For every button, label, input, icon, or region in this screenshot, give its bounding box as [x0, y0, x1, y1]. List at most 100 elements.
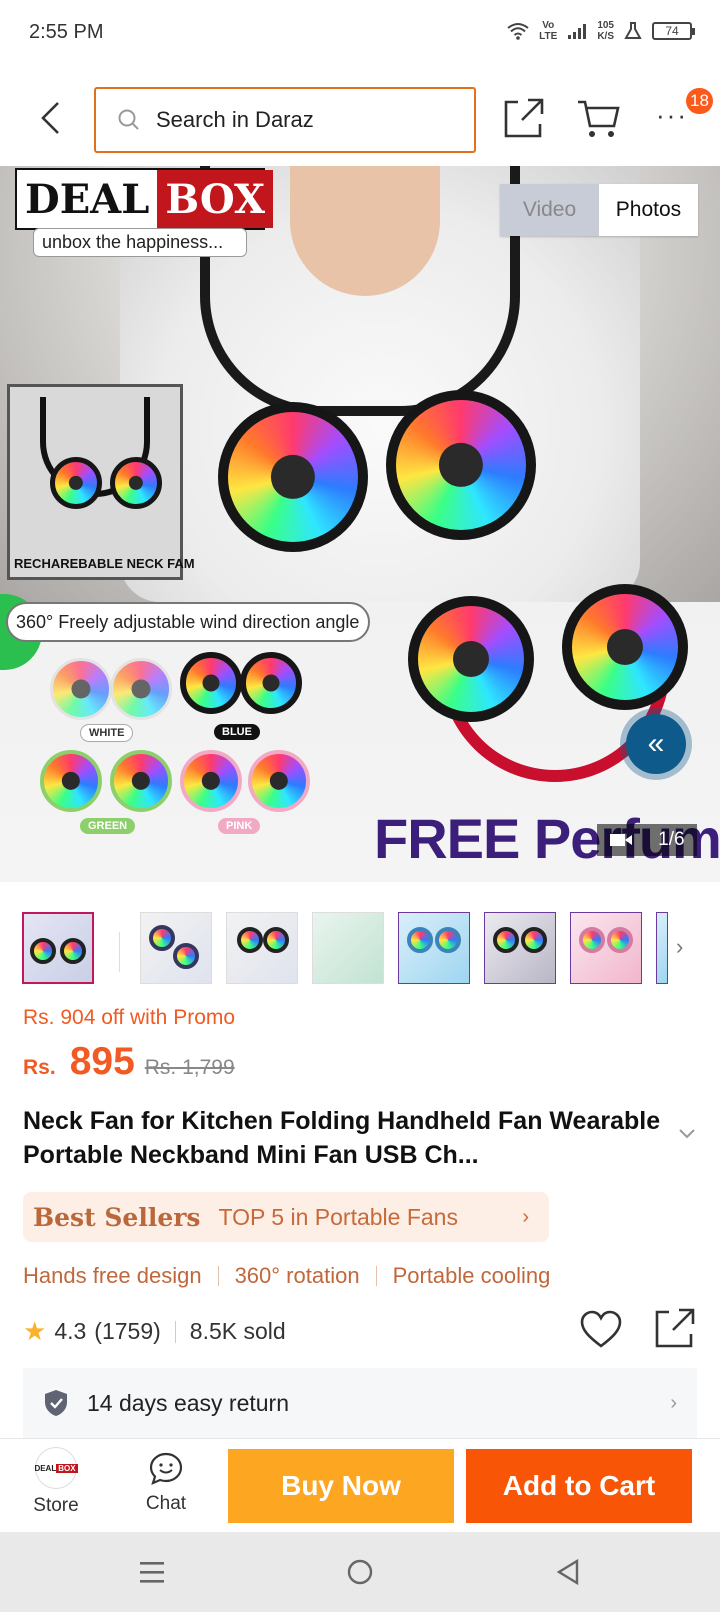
swatch-fan-blue-2 — [240, 652, 302, 714]
swatch-fan-blue-1 — [180, 652, 242, 714]
thumbnail-6[interactable] — [484, 912, 556, 984]
photos-tab[interactable]: Photos — [599, 184, 698, 236]
signal-icon — [568, 24, 587, 39]
flask-icon — [624, 22, 642, 39]
video-tab[interactable]: Video — [500, 184, 599, 236]
video-icon — [610, 834, 633, 846]
thumbnail-strip — [0, 898, 720, 984]
chevron-down-icon[interactable] — [678, 1128, 696, 1140]
swatch-fan-green-2 — [110, 750, 172, 812]
network-speed: 105 K/S — [597, 20, 614, 42]
inset-label: RECHAREBABLE NECK FAM — [14, 556, 195, 571]
search-input[interactable]: Search in Daraz — [94, 87, 476, 153]
store-logo: DEAL BOX — [34, 1447, 78, 1489]
fan-right — [386, 390, 536, 540]
store-label: Store — [33, 1495, 79, 1516]
feature-tags: Hands free design 360° rotation Portable… — [23, 1263, 550, 1289]
promo-discount[interactable]: Rs. 904 off with Promo — [23, 1006, 235, 1030]
fan-bottom-left — [408, 596, 534, 722]
share-icon[interactable] — [653, 1306, 697, 1350]
price-row: Rs. 895 Rs. 1,799 — [23, 1040, 235, 1084]
search-placeholder: Search in Daraz — [156, 107, 314, 132]
fan-left — [218, 402, 368, 552]
best-seller-label: Best Sellers — [33, 1202, 201, 1232]
battery-icon: 74 — [652, 22, 695, 40]
image-counter: 1/6 — [597, 824, 697, 856]
add-to-cart-button[interactable]: Add to Cart — [466, 1449, 692, 1523]
rating-value[interactable]: 4.3 — [54, 1318, 86, 1345]
current-price: 895 — [69, 1040, 135, 1083]
thumbnail-8[interactable] — [656, 912, 668, 984]
review-count[interactable]: (1759) — [94, 1318, 160, 1345]
feature-tag: Portable cooling — [392, 1263, 551, 1288]
swatch-label-pink: PINK — [218, 818, 261, 834]
chevron-right-icon: › — [670, 1391, 677, 1414]
return-policy-text: 14 days easy return — [87, 1389, 290, 1416]
chevron-right-icon[interactable]: › — [676, 934, 683, 960]
inset-fan-left — [50, 457, 102, 509]
back-nav-icon[interactable] — [546, 1550, 590, 1594]
chevron-left-icon — [41, 102, 59, 134]
status-time: 2:55 PM — [29, 21, 104, 43]
buy-now-button[interactable]: Buy Now — [228, 1449, 454, 1523]
brand-tagline: unbox the happiness... — [33, 228, 247, 257]
swatch-label-white: WHITE — [80, 724, 134, 742]
price-currency: Rs. — [23, 1056, 56, 1079]
divider — [217, 1266, 219, 1286]
chat-label: Chat — [145, 1493, 187, 1514]
divider — [174, 1320, 176, 1343]
system-navigation-bar — [0, 1532, 720, 1612]
thumbnail-2[interactable] — [140, 912, 212, 984]
collapse-button[interactable]: « — [626, 714, 686, 774]
top-header: Search in Daraz ··· 18 — [0, 70, 720, 166]
cart-badge: 18 — [686, 88, 713, 114]
swatch-fan-pink-1 — [180, 750, 242, 812]
brand-logo: DEAL BOX unbox the happiness... — [15, 168, 274, 264]
feature-tag: Hands free design — [23, 1263, 202, 1288]
star-icon: ★ — [23, 1316, 47, 1346]
feature-tag: 360° rotation — [234, 1263, 360, 1288]
best-seller-rank: TOP 5 in Portable Fans — [218, 1203, 458, 1230]
thumbnail-4[interactable] — [312, 912, 384, 984]
rating-row: ★ 4.3 (1759) 8.5K sold — [23, 1308, 697, 1348]
heart-icon[interactable] — [579, 1310, 623, 1350]
swatch-fan-pink-2 — [248, 750, 310, 812]
search-icon — [118, 109, 139, 130]
bottom-action-bar: DEAL BOX Store Chat Buy Now Add to Cart — [0, 1438, 720, 1532]
thumbnail-1[interactable] — [22, 912, 94, 984]
swatch-label-green: GREEN — [80, 818, 136, 834]
thumbnail-7[interactable] — [570, 912, 642, 984]
inset-image: RECHAREBABLE NECK FAM — [7, 384, 195, 580]
sold-count: 8.5K sold — [189, 1318, 286, 1344]
product-image-gallery[interactable]: DEAL BOX unbox the happiness... Video Ph… — [0, 166, 720, 882]
product-title[interactable]: Neck Fan for Kitchen Folding Handheld Fa… — [23, 1104, 673, 1172]
swatch-fan-white-1 — [50, 658, 112, 720]
more-options-icon[interactable]: ··· — [652, 100, 692, 144]
menu-icon[interactable] — [130, 1550, 174, 1594]
store-button[interactable]: DEAL BOX Store — [20, 1447, 92, 1527]
status-bar: 2:55 PM Vo LTE 105 K/S 74 — [0, 0, 720, 70]
home-icon[interactable] — [338, 1550, 382, 1594]
chevron-right-icon: › — [522, 1205, 529, 1228]
wifi-icon — [507, 23, 529, 40]
thumbnail-3[interactable] — [226, 912, 298, 984]
media-toggle: Video Photos — [500, 184, 698, 236]
best-seller-banner[interactable]: Best Sellers TOP 5 in Portable Fans › — [23, 1192, 549, 1242]
thumbnail-5[interactable] — [398, 912, 470, 984]
original-price: Rs. 1,799 — [144, 1056, 235, 1079]
back-button[interactable] — [30, 96, 70, 140]
shield-icon — [45, 1390, 67, 1416]
thumbnail-divider — [119, 932, 120, 972]
return-policy-row[interactable]: 14 days easy return › — [23, 1368, 697, 1438]
status-icons: Vo LTE 105 K/S 74 — [507, 20, 695, 42]
cart-icon[interactable] — [576, 96, 620, 140]
swatch-fan-white-2 — [110, 658, 172, 720]
inset-fan-right — [110, 457, 162, 509]
chat-button[interactable]: Chat — [130, 1447, 202, 1527]
swatch-label-blue: BLUE — [214, 724, 260, 740]
chat-icon — [149, 1452, 183, 1485]
network-type: Vo LTE — [539, 20, 558, 42]
fan-bottom-right — [562, 584, 688, 710]
share-icon[interactable] — [502, 96, 546, 140]
swatch-fan-green-1 — [40, 750, 102, 812]
